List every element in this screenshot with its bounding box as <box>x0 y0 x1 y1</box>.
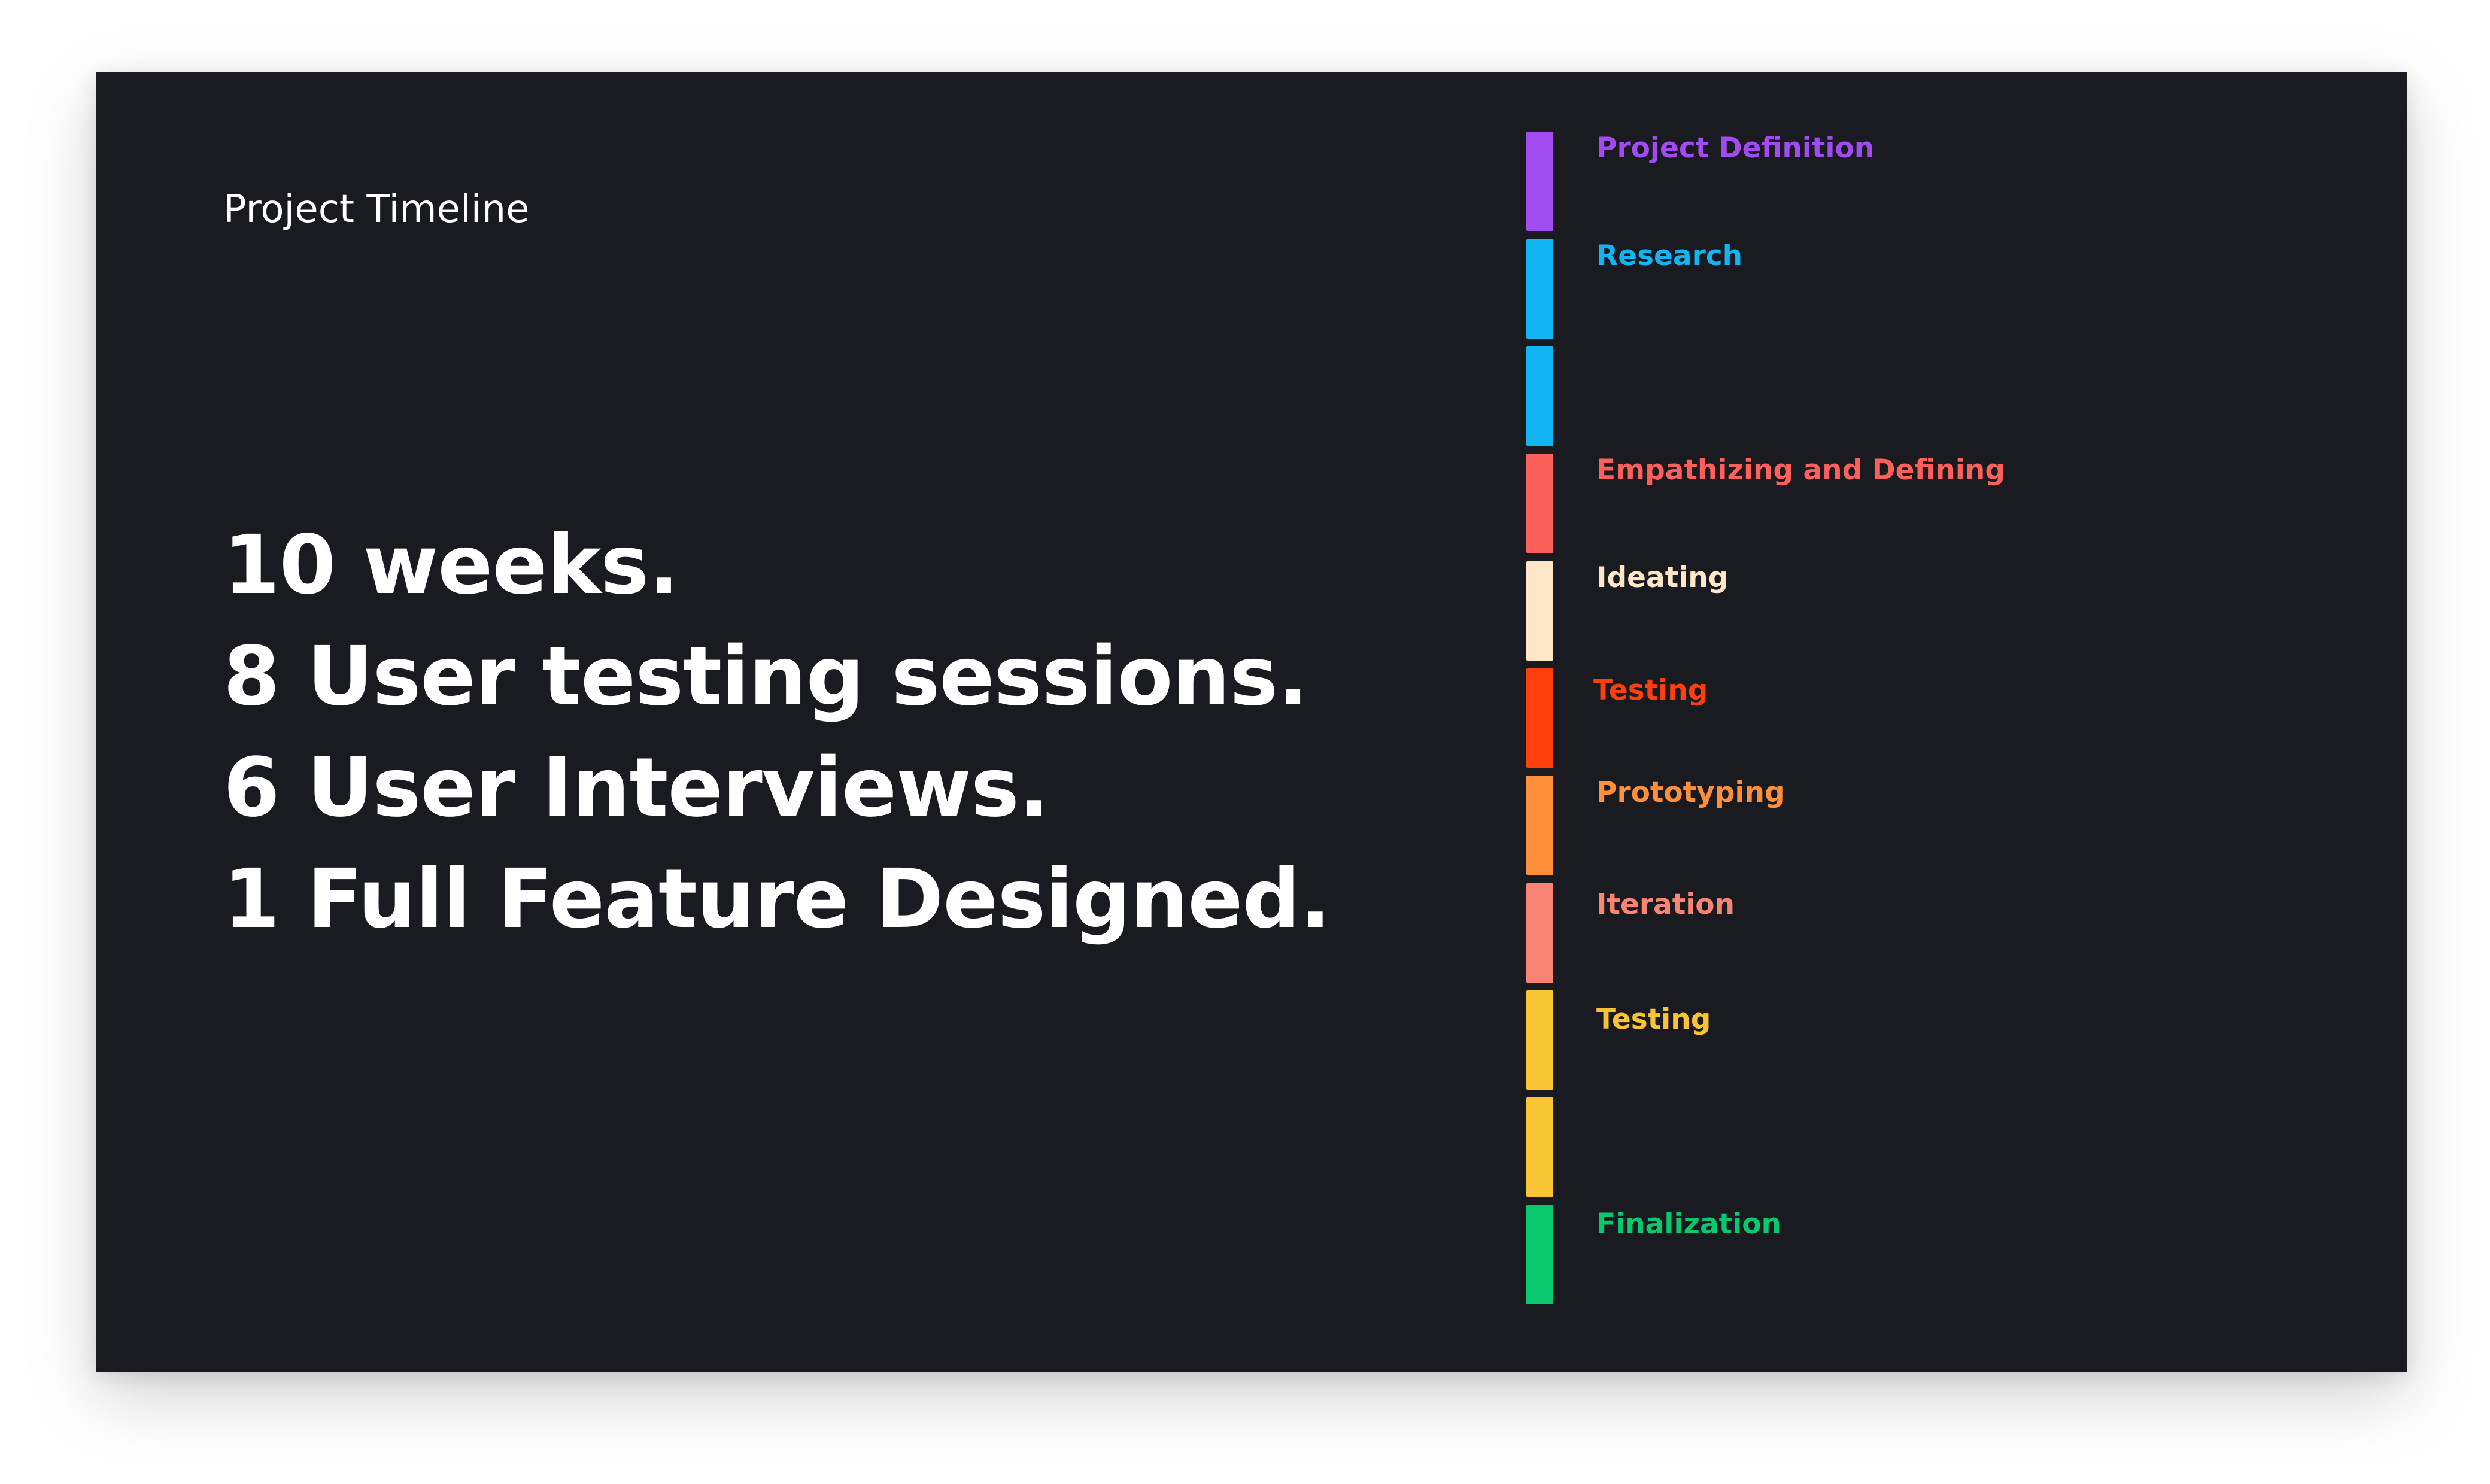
timeline-slide: Project Timeline 10 weeks. 8 User testin… <box>96 72 2407 1372</box>
phase-label-research: Research <box>1596 239 1743 272</box>
timeline-segment-6 <box>1526 668 1553 768</box>
phase-label-testing-1: Testing <box>1593 674 1708 707</box>
phase-label-finalization: Finalization <box>1596 1208 1782 1240</box>
timeline-segment-4 <box>1526 454 1553 553</box>
phase-label-project-definition: Project Definition <box>1596 132 1875 165</box>
phase-label-ideating: Ideating <box>1596 561 1729 594</box>
phase-label-iteration: Iteration <box>1596 888 1735 921</box>
timeline-segment-11 <box>1526 1205 1553 1304</box>
phase-timeline: Project Definition Research Empathizing … <box>96 72 2407 1372</box>
phase-label-empathizing-and-defining: Empathizing and Defining <box>1596 454 2005 486</box>
timeline-segment-8 <box>1526 883 1553 983</box>
timeline-segment-7 <box>1526 776 1553 875</box>
timeline-segment-3 <box>1526 346 1553 446</box>
phase-label-testing-2: Testing <box>1596 1003 1711 1036</box>
timeline-segment-10 <box>1526 1097 1553 1197</box>
timeline-segment-5 <box>1526 561 1553 661</box>
timeline-segment-9 <box>1526 990 1553 1090</box>
timeline-segment-1 <box>1526 132 1553 231</box>
phase-label-prototyping: Prototyping <box>1596 776 1785 809</box>
timeline-segment-2 <box>1526 239 1553 339</box>
